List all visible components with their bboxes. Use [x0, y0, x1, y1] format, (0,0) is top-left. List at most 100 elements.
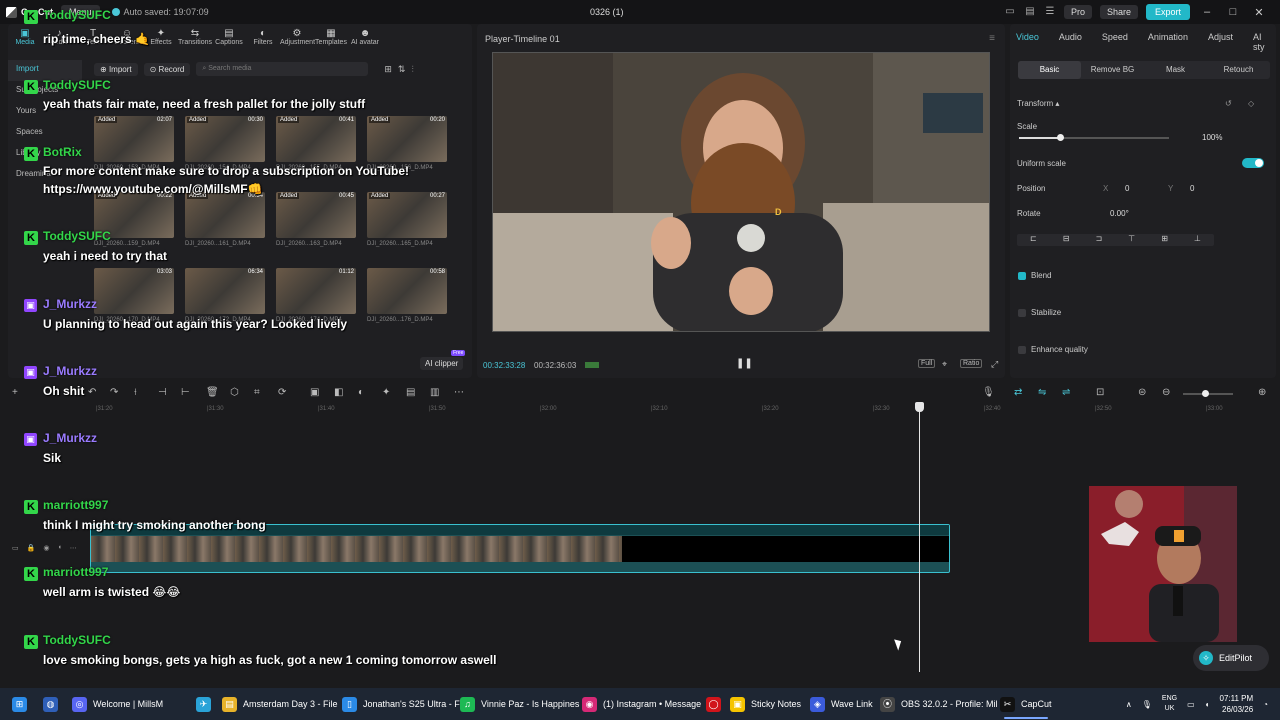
taskbar-item-capcut[interactable]: ✂ CapCut	[1000, 688, 1052, 720]
tray-chevron-icon[interactable]: ∧	[1126, 700, 1132, 709]
media-thumbnail[interactable]: Added 00:20	[367, 116, 447, 162]
tab-ai-sty[interactable]: AI sty	[1253, 32, 1265, 52]
share-button[interactable]: Share	[1099, 5, 1138, 19]
align-center-icon[interactable]: ⊟	[1063, 234, 1070, 246]
media-thumbnail[interactable]: 03:03	[94, 268, 174, 314]
reverse-icon[interactable]: ◧	[334, 387, 343, 398]
media-thumbnail[interactable]: Added 02:07	[94, 116, 174, 162]
media-thumbnail[interactable]: 06:34	[185, 268, 265, 314]
tab-filters[interactable]: ◐ Filters	[246, 24, 280, 52]
ai-clipper-button[interactable]: AI clipper Free	[420, 350, 466, 370]
notification-icon[interactable]: ◔	[1263, 700, 1268, 709]
tab-transitions[interactable]: ⇆ Transitions	[178, 24, 212, 52]
eye-icon[interactable]: ◉	[43, 544, 49, 552]
taskbar-item-1-instagram-message[interactable]: ◉ (1) Instagram • Message	[582, 688, 701, 720]
redo-icon[interactable]: ↷	[110, 387, 118, 398]
subtab-mask[interactable]: Mask	[1144, 61, 1207, 79]
tab-animation[interactable]: Animation	[1148, 32, 1188, 52]
playhead[interactable]	[915, 402, 924, 672]
start-button[interactable]: ⊞	[12, 688, 27, 720]
player-menu-icon[interactable]: ≡	[989, 33, 995, 44]
media-thumbnail[interactable]: Added 00:34	[185, 192, 265, 238]
editpilot-button[interactable]: ✧ EditPilot	[1193, 645, 1269, 671]
subtab-remove-bg[interactable]: Remove BG	[1081, 61, 1144, 79]
full-button[interactable]: Full	[918, 359, 936, 368]
tab-captions[interactable]: ▤ Captions	[212, 24, 246, 52]
split-left-icon[interactable]: ⊣	[158, 387, 167, 398]
close-icon[interactable]: ✕	[1250, 6, 1268, 19]
taskbar-item-vinnie-paz-is-happin[interactable]: ♫ Vinnie Paz - Is Happines	[460, 688, 579, 720]
language-indicator[interactable]: ENG UK	[1162, 694, 1177, 714]
taskbar-item-sticky-notes[interactable]: ▣ Sticky Notes	[730, 688, 801, 720]
blend-checkbox[interactable]	[1018, 272, 1026, 280]
ratio-button[interactable]: Ratio	[960, 359, 983, 368]
reset-icon[interactable]: ↺	[1225, 99, 1232, 108]
tray-mic-icon[interactable]: 🎙	[1142, 700, 1152, 709]
taskbar-item-obs-32-0-2-profile-m[interactable]: ⦿ OBS 32.0.2 - Profile: Mil	[880, 688, 998, 720]
align-left-icon[interactable]: ⊏	[1030, 234, 1037, 246]
mirror-icon[interactable]: ◐	[358, 387, 364, 398]
freeze-icon[interactable]: ▣	[310, 387, 319, 398]
track-more-icon[interactable]: ⋯	[70, 544, 77, 552]
video-frame[interactable]: D	[492, 52, 990, 332]
scale-value[interactable]: 100%	[1202, 133, 1222, 142]
align-right-icon[interactable]: ⊐	[1095, 234, 1102, 246]
volume-tray-icon[interactable]: ◖	[1205, 700, 1210, 709]
subtab-basic[interactable]: Basic	[1018, 61, 1081, 79]
timeline-ruler[interactable]: |31:20 |31:30 |31:40 |31:50 |32:00 |32:10 |32:…	[90, 404, 1270, 416]
caption-icon[interactable]: ▤	[406, 387, 415, 398]
tab-ai-avatar[interactable]: ☻ AI avatar	[348, 24, 382, 52]
tab-templates[interactable]: ▦ Templates	[314, 24, 348, 52]
link-icon[interactable]: ⇄	[1014, 387, 1022, 398]
taskbar-item-jonathan-s-s25-ultra[interactable]: ▯ Jonathan's S25 Ultra - F	[342, 688, 460, 720]
pause-button[interactable]: ❚❚	[736, 358, 753, 369]
fit-icon[interactable]: ⊡	[1096, 387, 1104, 398]
zoom-slider-handle[interactable]	[1202, 390, 1209, 397]
enhance-checkbox[interactable]	[1018, 346, 1026, 354]
sort-icon[interactable]: ⇅	[398, 64, 406, 75]
layout-icon[interactable]: ▤	[1024, 6, 1036, 18]
add-track-icon[interactable]: +	[12, 387, 18, 398]
filter-icon[interactable]: ⫶	[411, 64, 413, 75]
tab-adjustment[interactable]: ⚙ Adjustment	[280, 24, 315, 52]
taskbar-item-amsterdam-day-3-file[interactable]: ▤ Amsterdam Day 3 - File	[222, 688, 338, 720]
preview-axis-icon[interactable]: ⇌	[1062, 387, 1070, 398]
grid-view-icon[interactable]: ⊞	[384, 64, 392, 75]
taskbar-app-1[interactable]: ◍	[43, 688, 58, 720]
zoom-out-icon[interactable]: ⊖	[1162, 387, 1170, 398]
more-icon[interactable]: ⋯	[454, 387, 464, 398]
position-y-input[interactable]: 0	[1190, 184, 1194, 193]
tab-media[interactable]: ▣ Media	[8, 24, 42, 52]
undo-icon[interactable]: ↶	[88, 387, 96, 398]
taskbar-item-wave-link[interactable]: ◈ Wave Link	[810, 688, 873, 720]
tab-video[interactable]: Video	[1016, 32, 1039, 52]
align-bottom-icon[interactable]: ⊥	[1194, 234, 1201, 246]
keyframe-icon[interactable]: ◇	[1248, 99, 1254, 108]
magic-icon[interactable]: ✦	[382, 387, 390, 398]
split-icon[interactable]: ⟊	[134, 387, 137, 398]
minimize-icon[interactable]: –	[1198, 6, 1216, 18]
network-icon[interactable]: ▭	[1187, 700, 1195, 709]
record-button[interactable]: ⊙ Record	[143, 62, 191, 76]
export-button[interactable]: Export	[1145, 4, 1190, 20]
volume-icon[interactable]: ◖	[57, 544, 61, 552]
media-thumbnail[interactable]: 01:12	[276, 268, 356, 314]
tab-audio[interactable]: Audio	[1059, 32, 1082, 52]
settings-icon[interactable]: ☰	[1044, 6, 1056, 18]
media-thumbnail[interactable]: 00:58	[367, 268, 447, 314]
subtitle-icon[interactable]: ⊜	[1138, 387, 1146, 398]
sidebar-item-spaces[interactable]: Spaces	[8, 123, 82, 144]
marker-icon[interactable]: ⬡	[230, 387, 239, 398]
speed-icon[interactable]: ⟳	[278, 387, 286, 398]
tab-speed[interactable]: Speed	[1102, 32, 1128, 52]
position-x-input[interactable]: 0	[1125, 184, 1129, 193]
stabilize-checkbox[interactable]	[1018, 309, 1026, 317]
align-middle-icon[interactable]: ⊞	[1161, 234, 1168, 246]
search-input[interactable]: ⌕ Search media	[196, 62, 369, 76]
telegram-taskbar-button[interactable]: ✈	[196, 688, 211, 720]
playhead-handle[interactable]	[915, 402, 924, 412]
tab-adjust[interactable]: Adjust	[1208, 32, 1233, 52]
snapshot-icon[interactable]: ⌖	[940, 359, 949, 370]
shortcut-icon[interactable]: ▭	[1004, 6, 1016, 18]
media-thumbnail[interactable]: Added 00:45	[276, 192, 356, 238]
